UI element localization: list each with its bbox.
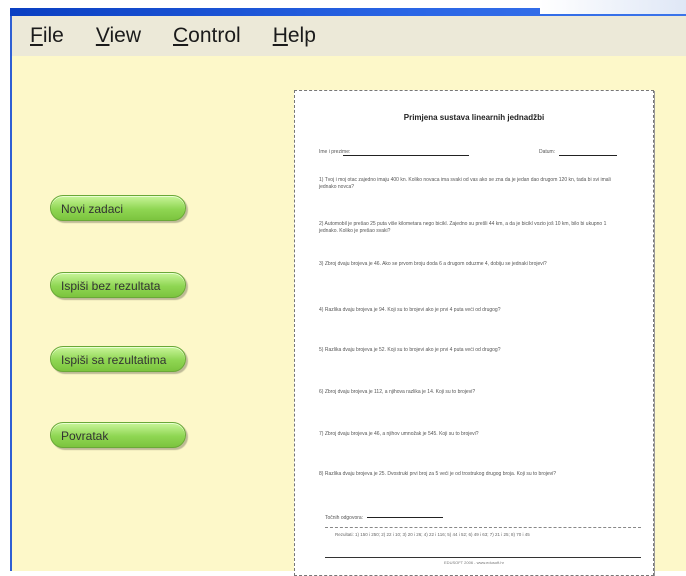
task-item: 1) Tvoj i moj otac zajedno imaju 400 kn.… bbox=[319, 177, 611, 190]
menu-view[interactable]: View bbox=[96, 24, 141, 48]
divider bbox=[325, 557, 641, 558]
worksheet-title: Primjena sustava linearnih jednadžbi bbox=[403, 113, 545, 122]
divider bbox=[325, 527, 641, 528]
task-item: 5) Razlika dvaju brojeva je 52. Koji su … bbox=[319, 347, 501, 353]
date-line bbox=[559, 155, 617, 156]
task-item: 4) Razlika dvaju brojeva je 94. Koji su … bbox=[319, 307, 501, 313]
task-item: 3) Zbroj dvaju brojeva je 46. Ako se prv… bbox=[319, 261, 547, 267]
titlebar-highlight bbox=[540, 0, 686, 14]
menu-file[interactable]: File bbox=[30, 24, 64, 48]
task-item: 8) Razlika dvaju brojeva je 25. Dvostruk… bbox=[319, 471, 557, 477]
main-panel: Novi zadaci Ispiši bez rezultata Ispiši … bbox=[12, 56, 686, 576]
menu-bar: File View Control Help bbox=[12, 16, 686, 56]
menu-help[interactable]: Help bbox=[273, 24, 316, 48]
task-item: 7) Zbroj dvaju brojeva je 46, a njihov u… bbox=[319, 431, 479, 437]
worksheet-preview: Primjena sustava linearnih jednadžbi Ime… bbox=[294, 90, 654, 576]
print-without-results-button[interactable]: Ispiši bez rezultata bbox=[50, 272, 186, 298]
back-button[interactable]: Povratak bbox=[50, 422, 186, 448]
worksheet-header-fields: Ime i prezime: Datum: bbox=[319, 146, 637, 158]
task-item: 6) Zbroj dvaju brojeva je 112, a njihova… bbox=[319, 389, 476, 395]
worksheet-footer: EDUSOFT 2006 - www.edusoft.hr bbox=[444, 560, 504, 565]
app-window: File View Control Help Novi zadaci Ispiš… bbox=[10, 16, 686, 576]
name-line bbox=[343, 155, 469, 156]
task-item: 2) Automobil je prešao 25 puta više kilo… bbox=[319, 221, 607, 234]
score-field: Točnih odgovora: bbox=[325, 515, 444, 521]
score-label: Točnih odgovora: bbox=[325, 515, 364, 521]
new-tasks-button[interactable]: Novi zadaci bbox=[50, 195, 186, 221]
date-label: Datum: bbox=[539, 149, 556, 155]
print-with-results-button[interactable]: Ispiši sa rezultatima bbox=[50, 346, 186, 372]
score-line bbox=[367, 517, 444, 519]
menu-control[interactable]: Control bbox=[173, 24, 241, 48]
results-line: Rezultati: 1) 150 i 250; 2) 22 i 10; 3) … bbox=[335, 532, 530, 537]
